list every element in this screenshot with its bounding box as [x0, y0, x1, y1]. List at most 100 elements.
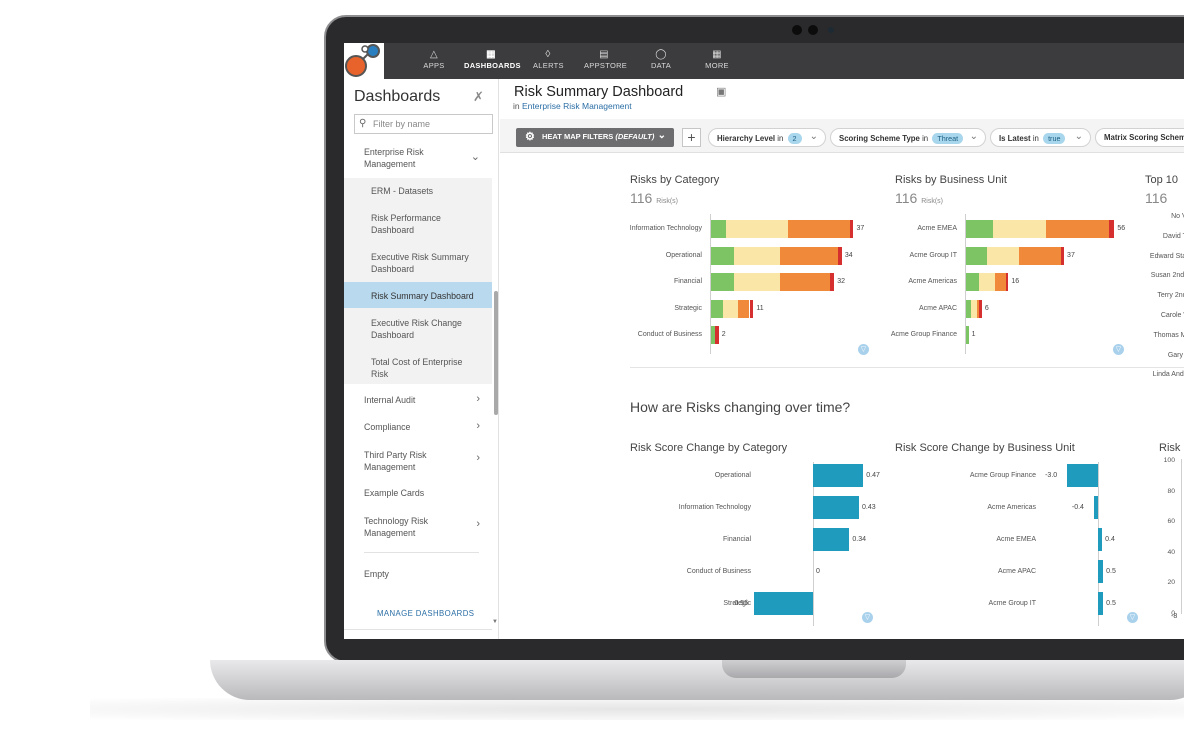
- chip-op: in: [777, 134, 784, 143]
- bar-segment: [714, 326, 719, 345]
- manage-dashboards-link[interactable]: MANAGE DASHBOARDS: [377, 609, 474, 618]
- bar-segment: [734, 273, 781, 292]
- apps-icon: △: [430, 49, 438, 60]
- sidebar-group-label: Compliance: [364, 422, 411, 432]
- filter-chip-scoring[interactable]: Scoring Scheme Type in Threat ⌄: [830, 128, 986, 147]
- sidebar-group-compliance[interactable]: Compliance ›: [344, 420, 492, 438]
- bar-segment: [788, 220, 850, 238]
- bar-segment: [1005, 273, 1009, 292]
- chevron-down-icon: ⌄: [657, 130, 666, 141]
- top10-row-label: Carole W: [1160, 312, 1184, 319]
- sidebar: Dashboards ✗ ⚲ Filter by name Enterprise…: [344, 79, 499, 639]
- filter-input[interactable]: ⚲ Filter by name: [354, 114, 493, 134]
- bar-segment: [966, 246, 988, 265]
- nav-more[interactable]: ▦ MORE: [705, 49, 729, 75]
- nav-apps[interactable]: △ APPS: [423, 49, 445, 75]
- bar-value-label: 0: [816, 568, 820, 575]
- filter-placeholder: Filter by name: [373, 119, 431, 129]
- chart-count: 116 Risk(s): [630, 190, 678, 206]
- unpin-icon[interactable]: ✗: [473, 89, 484, 105]
- bar-segment: [838, 246, 842, 265]
- chart-filter-icon: ▽: [1127, 612, 1138, 623]
- chart-title: Top 10: [1145, 174, 1179, 186]
- sidebar-item-erm-datasets[interactable]: ERM - Datasets: [371, 185, 481, 197]
- bar-category-label: Acme APAC: [998, 568, 1036, 575]
- bar-segment: [1019, 246, 1062, 265]
- bar-category-label: Acme Americas: [987, 504, 1036, 511]
- x-tick-label: -8: [1171, 613, 1178, 620]
- bar-category-label: Acme Group IT: [988, 600, 1036, 607]
- nav-data-label: DATA: [650, 61, 672, 70]
- laptop-scene: △ APPS ▦ DASHBOARDS ◊ ALERTS ▤ APPSTORE …: [0, 0, 1184, 739]
- bar-segment: [1109, 220, 1115, 238]
- chart-filter-icon: ▽: [1113, 344, 1124, 355]
- filter-chip-hierarchy[interactable]: Hierarchy Level in 2 ⌄: [708, 128, 826, 147]
- bar-category-label: Operational: [714, 472, 751, 479]
- chevron-right-icon: ›: [476, 393, 480, 405]
- bar-total-label: 6: [984, 304, 989, 312]
- bar-value-label: -3.0: [1045, 472, 1058, 479]
- camera-lens: [828, 27, 834, 33]
- nav-more-label: MORE: [705, 61, 729, 70]
- chart-filter-icon: ▽: [862, 612, 873, 623]
- sidebar-group-label: Empty: [364, 569, 389, 579]
- bar-category-label: Financial: [722, 536, 751, 543]
- bar-total-label: 16: [1011, 278, 1020, 286]
- bar: [813, 464, 864, 487]
- bar-total-label: 2: [721, 331, 726, 339]
- nav-alerts[interactable]: ◊ ALERTS: [533, 49, 564, 75]
- chart-title: Risks by Business Unit: [895, 174, 1007, 186]
- bar-category-label: Information Technology: [678, 504, 751, 511]
- nav-dashboards[interactable]: ▦ DASHBOARDS: [464, 49, 520, 75]
- sidebar-item-risk-performance[interactable]: Risk Performance Dashboard: [371, 212, 481, 236]
- top10-row-label: Susan 2nd L: [1150, 272, 1184, 280]
- sidebar-item-risk-summary[interactable]: Risk Summary Dashboard: [371, 290, 481, 302]
- bar-segment: [966, 273, 980, 292]
- bar-category-label: Acme APAC: [919, 304, 957, 312]
- bar-category-label: Acme Group IT: [909, 251, 957, 259]
- sidebar-item-exec-risk-change[interactable]: Executive Risk Change Dashboard: [371, 317, 481, 341]
- bar-segment: [780, 246, 839, 265]
- top10-row-label: Edward Stan: [1149, 252, 1184, 260]
- sidebar-group-third-party[interactable]: Third Party Risk Management ›: [344, 449, 492, 475]
- sidebar-group-example-cards[interactable]: Example Cards: [344, 488, 492, 504]
- nav-appstore[interactable]: ▤ APPSTORE: [584, 49, 627, 75]
- sidebar-group-tech-risk[interactable]: Technology Risk Management ›: [344, 515, 492, 541]
- bar-category-label: Acme Group Finance: [890, 331, 957, 339]
- bar-segment: [1061, 246, 1065, 265]
- sidebar-group-erm[interactable]: Enterprise Risk Management ⌄: [344, 146, 492, 178]
- bar-segment: [726, 220, 788, 238]
- bar-segment: [992, 220, 1046, 238]
- lock-icon[interactable]: ▣: [716, 85, 726, 98]
- nav-data[interactable]: ◯ DATA: [650, 49, 672, 75]
- filter-chip-latest[interactable]: Is Latest in true ⌄: [990, 128, 1091, 147]
- sidebar-item-exec-risk-summary[interactable]: Executive Risk Summary Dashboard: [371, 251, 481, 275]
- sidebar-scrollbar[interactable]: [494, 291, 498, 415]
- heatmap-filters-label: HEAT MAP FILTERS: [542, 132, 614, 141]
- filter-chip-matrix[interactable]: Matrix Scoring Scheme: [1095, 128, 1184, 147]
- bar-segment: [737, 299, 750, 318]
- chevron-down-icon: ⌄: [470, 151, 480, 163]
- bar-segment: [711, 220, 727, 238]
- bar-value-label: 0.4: [1105, 536, 1115, 543]
- app-logo[interactable]: [344, 43, 384, 79]
- heatmap-filters-button[interactable]: ⚙ HEAT MAP FILTERS (DEFAULT) ⌄: [516, 128, 674, 147]
- screen: △ APPS ▦ DASHBOARDS ◊ ALERTS ▤ APPSTORE …: [344, 43, 1184, 639]
- bar-segment: [711, 299, 723, 318]
- bar-category-label: Operational: [665, 251, 702, 259]
- chip-op: in: [922, 134, 929, 143]
- sidebar-group-internal-audit[interactable]: Internal Audit ›: [344, 393, 492, 411]
- chip-name: Is Latest: [999, 134, 1031, 143]
- gear-icon: ⚙: [525, 131, 535, 143]
- sidebar-group-label: Third Party Risk Management: [364, 450, 427, 472]
- sidebar-group-empty[interactable]: Empty: [344, 569, 492, 585]
- y-tick-label: 80: [1167, 487, 1175, 495]
- breadcrumb-link[interactable]: Enterprise Risk Management: [522, 101, 632, 111]
- sidebar-item-total-cost[interactable]: Total Cost of Enterprise Risk: [371, 356, 481, 380]
- top10-row-label: Thomas Mc: [1153, 331, 1184, 339]
- bar-segment: [979, 299, 982, 318]
- store-icon: ▤: [599, 49, 609, 60]
- scroll-down-icon[interactable]: ▼: [492, 619, 498, 625]
- main-content: Risk Summary Dashboard ▣ in Enterprise R…: [500, 79, 1184, 639]
- add-filter-button[interactable]: +: [682, 128, 701, 147]
